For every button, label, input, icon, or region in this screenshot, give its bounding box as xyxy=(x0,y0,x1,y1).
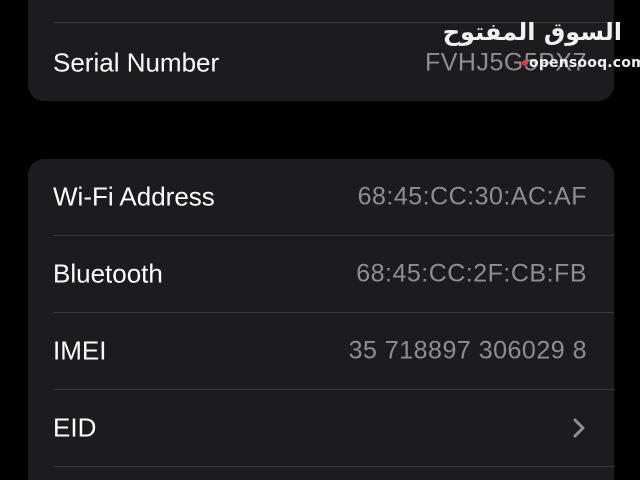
serial-number-row[interactable]: Serial Number FVHJ5G5PX7 xyxy=(28,25,614,101)
bluetooth-label: Bluetooth xyxy=(53,258,163,289)
serial-number-label: Serial Number xyxy=(53,47,220,78)
network-identifiers-group: Wi-Fi Address 68:45:CC:30:AC:AF Bluetoot… xyxy=(28,159,614,480)
wifi-address-value: 68:45:CC:30:AC:AF xyxy=(357,182,587,211)
device-info-group-top: Serial Number FVHJ5G5PX7 xyxy=(28,0,614,101)
imei-value: 35 718897 306029 8 xyxy=(348,336,587,365)
row-divider xyxy=(53,22,614,23)
wifi-address-label: Wi-Fi Address xyxy=(53,181,215,212)
bluetooth-row[interactable]: Bluetooth 68:45:CC:2F:CB:FB xyxy=(28,236,614,312)
about-screen: Serial Number FVHJ5G5PX7 Wi-Fi Address 6… xyxy=(0,0,640,480)
row-divider xyxy=(53,466,614,467)
imei-label: IMEI xyxy=(53,335,107,366)
serial-number-value: FVHJ5G5PX7 xyxy=(424,48,587,77)
chevron-right-icon xyxy=(573,418,585,438)
wifi-address-row[interactable]: Wi-Fi Address 68:45:CC:30:AC:AF xyxy=(28,159,614,235)
eid-label: EID xyxy=(53,412,97,443)
eid-row[interactable]: EID xyxy=(28,390,614,466)
imei-row[interactable]: IMEI 35 718897 306029 8 xyxy=(28,313,614,389)
bluetooth-value: 68:45:CC:2F:CB:FB xyxy=(356,259,587,288)
